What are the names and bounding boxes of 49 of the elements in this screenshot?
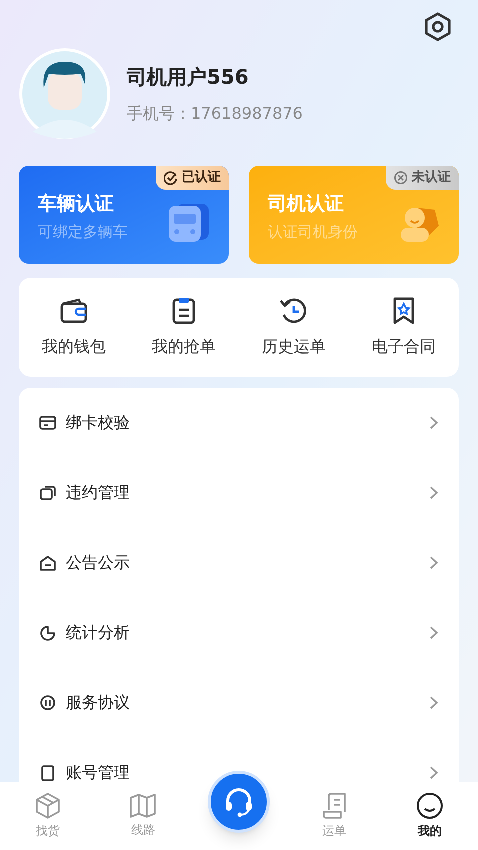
phone-icon [39, 765, 57, 781]
chevron-right-icon [429, 556, 439, 570]
shortcut-label[interactable]: 我的抢单 [152, 334, 216, 358]
menu-label: 服务协议 [66, 692, 131, 714]
menu-item[interactable]: 统计分析 [19, 598, 459, 668]
tab[interactable]: 我的 [416, 792, 444, 840]
card-subtitle: 认证司机身份 [268, 222, 358, 243]
history-icon [279, 296, 309, 324]
smiley-icon [416, 792, 444, 820]
menu-item[interactable]: 账号管理 [19, 738, 459, 782]
card-title: 司机认证 [268, 192, 344, 217]
package-icon [34, 792, 62, 820]
shortcut-label[interactable]: 我的钱包 [42, 334, 106, 358]
chevron-right-icon [429, 696, 439, 710]
map-icon [129, 793, 158, 819]
menu-item[interactable]: 公告公示 [19, 528, 459, 598]
user-name: 司机用户556 [127, 64, 250, 91]
shortcut-label[interactable]: 历史运单 [262, 334, 326, 358]
menu-label: 公告公示 [66, 552, 131, 574]
receipt-icon [320, 792, 349, 820]
cross-circle-icon [394, 171, 408, 185]
bookmark-icon [392, 296, 416, 324]
pie-chart-icon [39, 625, 57, 641]
card-title: 车辆认证 [38, 192, 114, 217]
certification-card[interactable]: 未认证 司机认证 认证司机身份 [249, 166, 459, 264]
chevron-right-icon [429, 486, 439, 500]
house-icon [39, 555, 57, 571]
menu-item[interactable]: 服务协议 [19, 668, 459, 738]
card-subtitle: 可绑定多辆车 [38, 222, 128, 243]
certification-card[interactable]: 已认证 车辆认证 可绑定多辆车 [19, 166, 229, 264]
chevron-right-icon [429, 626, 439, 640]
menu-label: 统计分析 [66, 622, 131, 644]
shortcut-label[interactable]: 电子合同 [372, 334, 436, 358]
wallet-icon [60, 298, 88, 324]
menu-item[interactable]: 违约管理 [19, 458, 459, 528]
menu-label: 绑卡校验 [66, 412, 131, 434]
status-badge: 已认证 [156, 166, 229, 190]
chevron-right-icon [429, 416, 439, 430]
phone-number: 手机号：17618987876 [127, 103, 303, 125]
menu-label: 违约管理 [66, 482, 131, 504]
card-icon [39, 415, 57, 431]
copy-icon [39, 485, 57, 501]
chevron-right-icon [429, 766, 439, 780]
menu-item[interactable]: 绑卡校验 [19, 388, 459, 458]
status-badge: 未认证 [386, 166, 459, 190]
clipboard-icon [172, 296, 196, 324]
check-circle-icon [164, 171, 178, 185]
settings-icon[interactable] [424, 12, 452, 42]
menu-label: 账号管理 [66, 762, 131, 782]
